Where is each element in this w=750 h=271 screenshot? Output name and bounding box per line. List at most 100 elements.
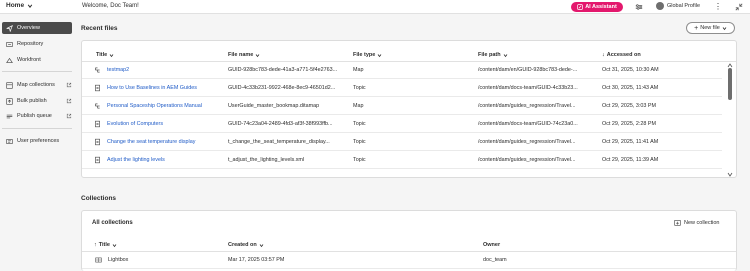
row-owner: doc_team [483, 257, 507, 263]
row-accessed-on: Oct 31, 2025, 10:30 AM [602, 67, 659, 73]
recent-files-header: Title File name File type File path ↓ Acc… [82, 48, 736, 62]
sidebar-item-user-preferences[interactable]: User preferences [2, 135, 72, 147]
chevron-down-icon [109, 53, 114, 57]
workfront-icon [6, 57, 13, 63]
col-file-path[interactable]: File path [478, 52, 508, 58]
collections-header: ↑ Title Created on Owner [82, 238, 736, 252]
welcome-message: Welcome, Doc Team! [82, 3, 139, 9]
row-file-path: /content/dam/en/GUID-928bc783-dede-... [478, 67, 578, 73]
row-file-path: /content/dam/guides_regression/Travel... [478, 103, 576, 109]
row-accessed-on: Oct 29, 2025, 11:39 AM [602, 157, 659, 163]
row-title[interactable]: Adjust the lighting levels [107, 157, 222, 163]
row-file-type: Topic [353, 139, 366, 145]
external-link-icon [66, 113, 72, 119]
row-title[interactable]: How to Use Baselines in AEM Guides [107, 85, 222, 91]
row-accessed-on: Oct 29, 2025, 3:03 PM [602, 103, 656, 109]
scrollbar-thumb[interactable] [728, 68, 732, 100]
new-collection-button[interactable]: New collection [674, 219, 719, 226]
row-created-on: Mar 17, 2025 03:57 PM [228, 257, 285, 263]
collapse-icon[interactable] [735, 3, 743, 11]
row-file-type: Topic [353, 85, 366, 91]
row-accessed-on: Oct 29, 2025, 2:28 PM [602, 121, 656, 127]
row-file-path: /content/dam/docs-team/GUID-4c33b23... [478, 85, 578, 91]
table-row[interactable]: How to Use Baselines in AEM Guides GUID-… [82, 80, 722, 97]
collection-grid-icon [95, 257, 102, 263]
col-file-name-label: File name [228, 52, 254, 58]
sidebar-item-overview[interactable]: Overview [2, 22, 72, 34]
sliders-icon[interactable] [635, 3, 643, 11]
row-title[interactable]: testmap2 [107, 67, 222, 73]
chevron-down-icon [27, 4, 33, 8]
row-file-name: t_change_the_seat_temperature_display... [228, 139, 330, 145]
sidebar-item-label: Bulk publish [17, 98, 47, 104]
arrow-down-icon: ↓ [602, 52, 605, 58]
ai-assistant-button[interactable]: AI Assistant [571, 2, 623, 12]
global-profile[interactable]: Global Profile [656, 2, 700, 10]
col-owner: Owner [483, 242, 500, 248]
col-file-type-label: File type [353, 52, 376, 58]
sidebar-item-map-collections[interactable]: Map collections [2, 79, 72, 91]
repository-icon [6, 41, 13, 47]
topic-file-icon [95, 84, 100, 92]
chevron-down-icon [112, 243, 117, 247]
row-file-path: /content/dam/guides_regression/Travel... [478, 157, 576, 163]
map-file-icon [95, 103, 100, 109]
user-preferences-icon [6, 138, 13, 144]
row-file-name: GUID-928bc783-dede-41a3-a771-5f4e2763... [228, 67, 338, 73]
row-file-type: Map [353, 103, 364, 109]
sidebar-item-label: Map collections [17, 82, 55, 88]
collections-card: All collections New collection ↑ Title Cr… [81, 210, 737, 271]
sidebar-item-label: User preferences [17, 138, 60, 144]
sidebar-item-label: Repository [17, 41, 44, 47]
sidebar-item-bulk-publish[interactable]: Bulk publish [2, 95, 72, 107]
table-row[interactable]: Change the seat temperature display t_ch… [82, 134, 722, 151]
more-options-icon[interactable]: ⋮ [714, 2, 722, 12]
new-file-button[interactable]: + New file [686, 22, 735, 34]
col-coll-title[interactable]: ↑ Title [94, 242, 117, 248]
home-label: Home [6, 2, 25, 9]
col-title[interactable]: Title [96, 52, 114, 58]
row-collection-title[interactable]: Lightbox [108, 257, 218, 263]
sidebar-divider [2, 128, 72, 129]
topic-file-icon [95, 138, 100, 146]
row-title[interactable]: Personal Spaceship Operations Manual [107, 103, 222, 109]
col-created-on[interactable]: Created on [228, 242, 264, 248]
row-file-type: Topic [353, 157, 366, 163]
recent-files-card: Title File name File type File path ↓ Acc… [81, 40, 737, 178]
col-title-label: Title [96, 52, 108, 58]
table-row[interactable]: Adjust the lighting levels t_adjust_the_… [82, 152, 722, 169]
chevron-down-icon [377, 53, 382, 57]
row-title[interactable]: Change the seat temperature display [107, 139, 222, 145]
external-link-icon [66, 98, 72, 104]
row-file-name: t_adjust_the_lighting_levels.xml [228, 157, 305, 163]
sidebar-item-publish-queue[interactable]: Publish queue [2, 110, 72, 122]
new-file-label: New file [700, 25, 720, 31]
profile-label: Global Profile [667, 3, 701, 9]
home-selector[interactable]: Home [6, 2, 33, 9]
col-file-name[interactable]: File name [228, 52, 260, 58]
sidebar-item-label: Workfront [17, 57, 41, 63]
plus-icon: + [694, 24, 699, 32]
col-accessed-on[interactable]: ↓ Accessed on [602, 52, 641, 58]
publish-queue-icon [6, 114, 13, 118]
row-file-name: GUID-74c23a04-2489-4fd3-af3f-38f993ffb..… [228, 121, 333, 127]
sidebar-item-repository[interactable]: Repository [2, 38, 72, 50]
row-file-path: /content/dam/guides_regression/Travel... [478, 139, 576, 145]
col-file-type[interactable]: File type [353, 52, 382, 58]
table-row[interactable]: Lightbox Mar 17, 2025 03:57 PM doc_team [82, 252, 736, 269]
table-row[interactable]: testmap2 GUID-928bc783-dede-41a3-a771-5f… [82, 62, 722, 79]
ai-sparkle-icon [577, 4, 583, 10]
table-row[interactable]: Personal Spaceship Operations Manual Use… [82, 98, 722, 115]
row-file-name: UserGuide_master_bookmap.ditamap [228, 103, 320, 109]
row-title[interactable]: Evolution of Computers [107, 121, 222, 127]
table-row[interactable]: Evolution of Computers GUID-74c23a04-248… [82, 116, 722, 133]
topic-file-icon [95, 156, 100, 164]
arrow-up-icon: ↑ [94, 242, 97, 248]
topic-file-icon [95, 120, 100, 128]
main-content: Recent files + New file Title File name … [76, 15, 750, 271]
map-file-icon [95, 67, 100, 73]
sidebar: Overview Repository Workfront Map collec… [0, 15, 76, 271]
sidebar-item-workfront[interactable]: Workfront [2, 54, 72, 66]
row-accessed-on: Oct 30, 2025, 11:43 AM [602, 85, 659, 91]
col-file-path-label: File path [478, 52, 501, 58]
